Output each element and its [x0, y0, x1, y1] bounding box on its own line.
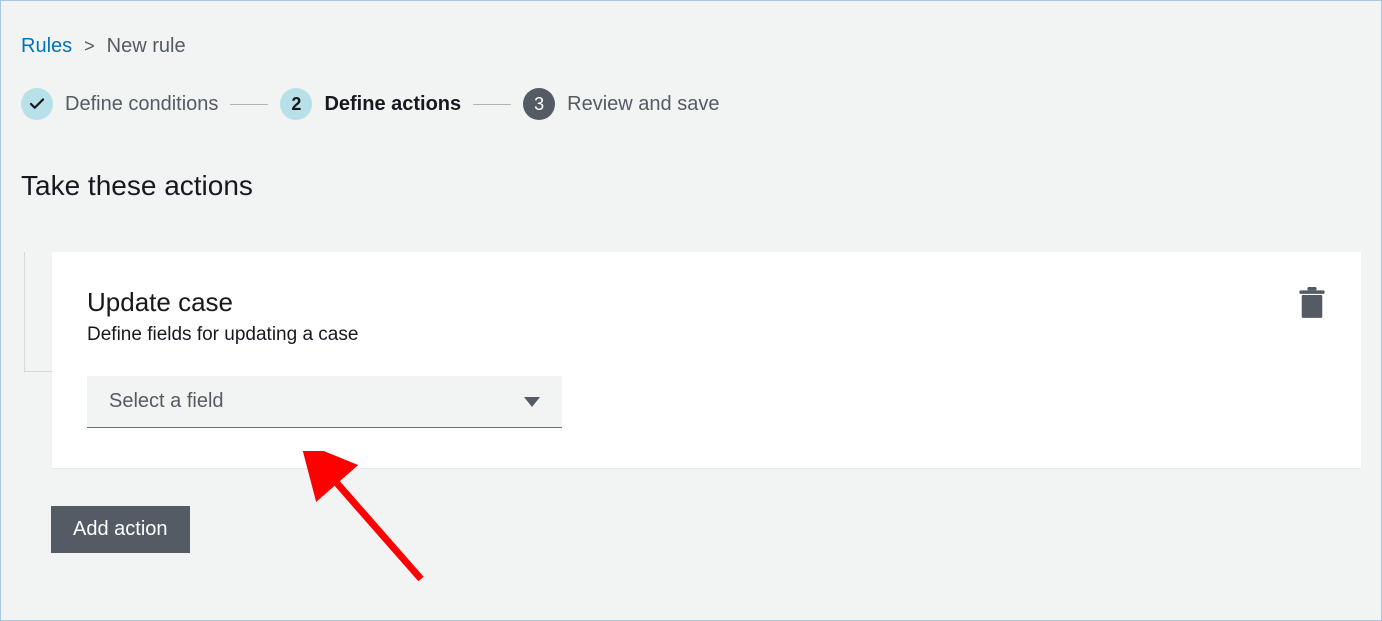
step-connector — [230, 104, 268, 105]
breadcrumb-separator: > — [84, 36, 95, 57]
step-label: Define conditions — [65, 93, 218, 116]
card-title: Update case — [87, 287, 1326, 318]
step-connector — [473, 104, 511, 105]
add-action-button[interactable]: Add action — [51, 506, 190, 553]
breadcrumb-current: New rule — [107, 35, 186, 58]
step-completed-indicator — [21, 88, 53, 120]
field-select-placeholder: Select a field — [109, 390, 224, 413]
step-active-indicator: 2 — [280, 88, 312, 120]
field-select[interactable]: Select a field — [87, 376, 562, 428]
step-review-save[interactable]: 3 Review and save — [523, 88, 719, 120]
step-pending-indicator: 3 — [523, 88, 555, 120]
step-define-actions[interactable]: 2 Define actions — [280, 88, 461, 120]
action-card: Update case Define fields for updating a… — [52, 252, 1361, 468]
breadcrumb-link-rules[interactable]: Rules — [21, 35, 72, 58]
card-rail — [24, 252, 52, 372]
breadcrumb: Rules > New rule — [21, 35, 1361, 58]
check-icon — [28, 95, 46, 113]
step-label: Review and save — [567, 93, 719, 116]
stepper: Define conditions 2 Define actions 3 Rev… — [21, 88, 1361, 120]
step-define-conditions[interactable]: Define conditions — [21, 88, 218, 120]
trash-icon — [1298, 287, 1326, 319]
page-title: Take these actions — [21, 170, 1361, 202]
step-label: Define actions — [324, 93, 461, 116]
caret-down-icon — [524, 390, 540, 413]
delete-action-button[interactable] — [1298, 287, 1326, 319]
card-subtitle: Define fields for updating a case — [87, 324, 1326, 346]
